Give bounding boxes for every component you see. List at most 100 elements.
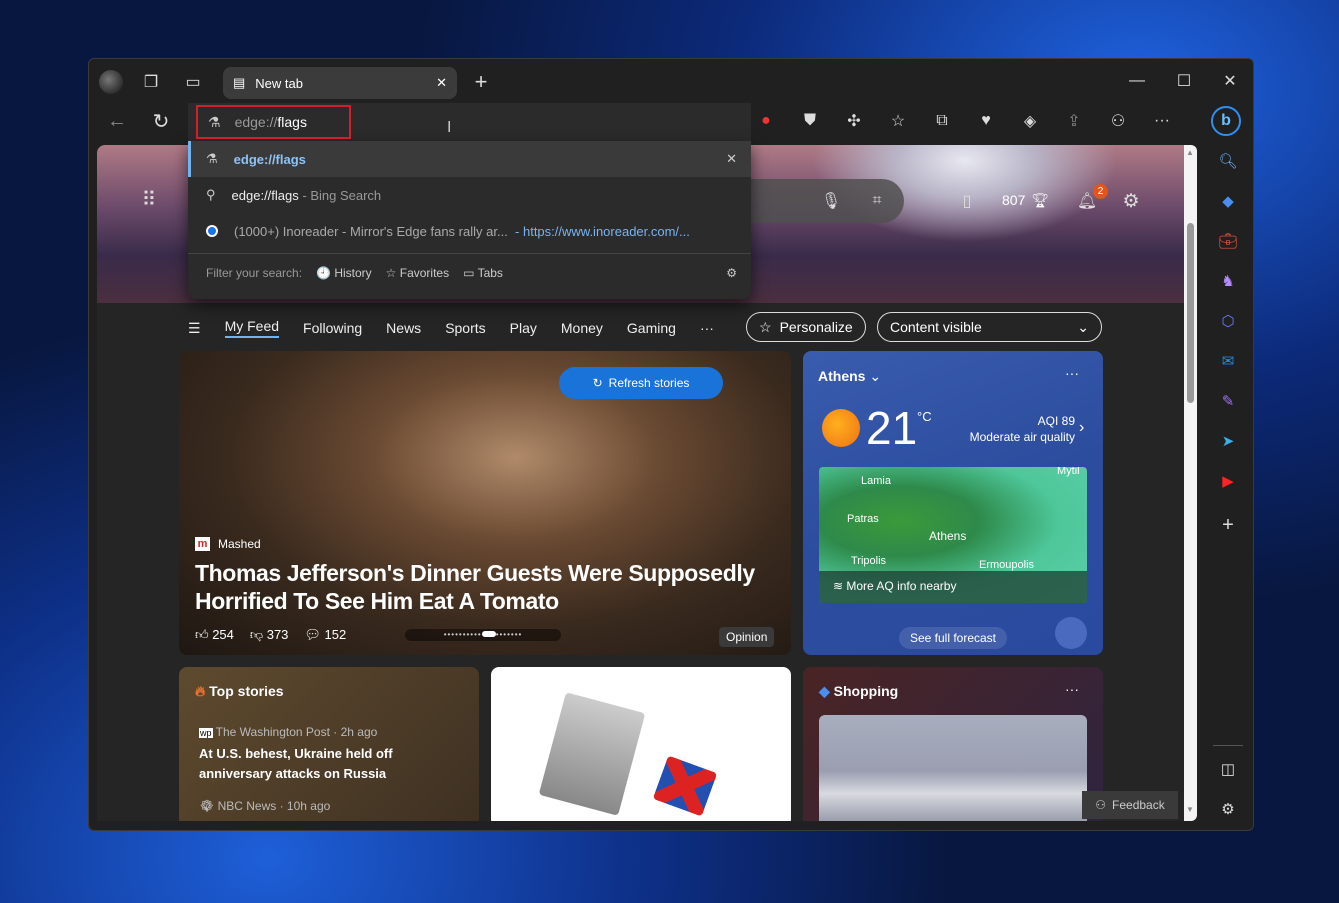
page-settings-icon[interactable]: ⚙ [1119, 189, 1143, 213]
back-button[interactable]: ← [105, 109, 129, 133]
add-sidebar-app-icon[interactable]: + [1216, 513, 1240, 537]
bedroom-image[interactable] [819, 715, 1087, 821]
close-tab-icon[interactable]: ✕ [436, 75, 447, 91]
refresh-stories-button[interactable]: ↻ Refresh stories [559, 367, 723, 399]
nav-money[interactable]: Money [561, 320, 603, 336]
shopping-more-button[interactable]: ··· [1065, 681, 1079, 697]
story-reactions: 👍︎ 254 👎︎ 373 💬︎ 152 [195, 627, 346, 643]
story-source: 🦚︎ NBC News · 10h ago [199, 799, 330, 813]
chevron-right-icon[interactable]: › [1079, 419, 1084, 437]
nav-more[interactable]: ··· [700, 320, 714, 336]
youtube-icon[interactable]: ▶ [1216, 469, 1240, 493]
hero-story-card[interactable]: ↻ Refresh stories m Mashed Thomas Jefferso… [179, 351, 791, 655]
source-name: NBC News · 10h ago [217, 799, 331, 813]
favorites-icon[interactable]: ☆ [886, 109, 910, 133]
mountain-image [697, 145, 1184, 303]
shopping-tag-icon[interactable]: ◆ [1216, 189, 1240, 213]
address-bar[interactable]: ⚗ edge://flags [196, 105, 351, 139]
aqi-link[interactable]: AQI 89 Moderate air quality [970, 413, 1075, 445]
nav-gaming[interactable]: Gaming [627, 320, 676, 336]
visual-search-icon[interactable]: ⌗ [865, 189, 889, 213]
refresh-icon: ↻ [592, 376, 603, 390]
nav-sports[interactable]: Sports [445, 320, 485, 336]
designer-icon[interactable]: ✎ [1216, 389, 1240, 413]
map-label: Athens [929, 529, 967, 543]
microphone-icon[interactable]: 🎙 [819, 189, 843, 213]
sun-icon [822, 409, 860, 447]
suggestion-query: edge://flags [231, 187, 299, 203]
nav-news[interactable]: News [386, 320, 421, 336]
phone-icon[interactable]: ▯ [955, 189, 979, 213]
maximize-button[interactable]: ☐ [1172, 69, 1196, 93]
suggestion-inoreader[interactable]: (1000+) Inoreader - Mirror's Edge fans r… [188, 213, 751, 249]
personalize-label: Personalize [779, 319, 853, 335]
hide-sidebar-icon[interactable]: ◫ [1216, 757, 1240, 781]
workspaces-icon[interactable]: ❐ [139, 70, 163, 94]
tea-bag-story-card[interactable] [491, 667, 791, 821]
bing-copilot-icon[interactable]: b [1211, 106, 1241, 136]
search-icon[interactable]: 🔍︎ [1216, 149, 1240, 173]
microsoft-365-icon[interactable]: ⬡ [1216, 309, 1240, 333]
weather-location[interactable]: Athens ⌄ [818, 368, 881, 385]
filter-favorites[interactable]: ☆ Favorites [386, 266, 449, 280]
remove-suggestion-icon[interactable]: ✕ [726, 151, 737, 167]
aq-more-bar[interactable]: ≋ More AQ info nearby [819, 571, 1087, 603]
weather-map[interactable]: Lamia Patras Athens Tripolis Ermoupolis … [819, 467, 1087, 603]
profile-avatar[interactable] [99, 70, 123, 94]
browser-essentials-icon[interactable]: ♥ [974, 109, 998, 133]
screenshot-icon[interactable]: ◈ [1018, 109, 1042, 133]
comments-button[interactable]: 💬︎ 152 [304, 627, 346, 643]
more-menu-icon[interactable]: ··· [1150, 109, 1174, 133]
refresh-label: Refresh stories [608, 376, 690, 390]
story-headline[interactable]: At U.S. behest, Ukraine held off anniver… [199, 744, 419, 784]
sidebar-settings-icon[interactable]: ⚙ [1216, 797, 1240, 821]
feedback-button[interactable]: ⚇ Feedback [1082, 791, 1178, 819]
content-visibility-select[interactable]: Content visible ⌄ [877, 312, 1102, 342]
filter-history-label: History [334, 266, 372, 280]
nav-following[interactable]: Following [303, 320, 362, 336]
games-icon[interactable]: ♞ [1216, 269, 1240, 293]
menu-icon[interactable]: ☰ [188, 320, 201, 337]
suggestion-bing-search[interactable]: ⚲ edge://flags - Bing Search [188, 177, 751, 213]
minimize-button[interactable]: — [1125, 69, 1149, 93]
scroll-up-arrow[interactable]: ▲ [1186, 148, 1194, 157]
scroll-down-arrow[interactable]: ▼ [1186, 805, 1194, 814]
personalize-button[interactable]: ☆ Personalize [746, 312, 866, 342]
refresh-button[interactable]: ↻ [149, 109, 173, 133]
filter-history[interactable]: 🕘 History [316, 266, 372, 280]
filter-tabs[interactable]: ▭ Tabs [463, 266, 503, 280]
shopping-card: ◆ Shopping ··· [803, 667, 1103, 821]
see-forecast-button[interactable]: See full forecast [899, 627, 1007, 649]
extensions-puzzle-icon[interactable]: ✣ [842, 109, 866, 133]
feedback-people-icon[interactable]: ⚇ [1106, 109, 1130, 133]
story-title[interactable]: Thomas Jefferson's Dinner Guests Were Su… [195, 559, 775, 615]
collections-icon[interactable]: ⧉ [930, 109, 954, 133]
map-label: Lamia [861, 475, 891, 487]
share-icon[interactable]: ⇪ [1062, 109, 1086, 133]
settings-gear-icon[interactable]: ⚙ [726, 266, 737, 280]
tab-new-tab[interactable]: ▤ New tab ✕ [223, 67, 457, 99]
nav-play[interactable]: Play [510, 320, 537, 336]
rewards-points[interactable]: 807 🏆︎ [1002, 192, 1049, 209]
outlook-icon[interactable]: ✉ [1216, 349, 1240, 373]
weather-animation-icon[interactable] [1055, 617, 1087, 649]
close-window-button[interactable]: ✕ [1218, 69, 1242, 93]
suggestion-flags[interactable]: ⚗ edge://flags ✕ [188, 141, 751, 177]
scrollbar-thumb[interactable] [1187, 223, 1194, 403]
weather-more-button[interactable]: ··· [1065, 365, 1079, 381]
scrollbar[interactable]: ▲ ▼ [1184, 145, 1197, 821]
tab-actions-icon[interactable]: ▭ [181, 70, 205, 94]
tools-briefcase-icon[interactable]: 💼︎ [1216, 229, 1240, 253]
nav-my-feed[interactable]: My Feed [224, 318, 280, 338]
new-tab-button[interactable]: + [469, 69, 493, 94]
inoreader-icon [206, 225, 218, 237]
suggestion-text: (1000+) Inoreader - Mirror's Edge fans r… [234, 224, 690, 239]
weather-card[interactable]: Athens ⌄ ··· 21 °C AQI 89 Moderate air qu… [803, 351, 1103, 655]
telegram-icon[interactable]: ➤ [1216, 429, 1240, 453]
apps-grid-icon[interactable]: ⠿ [137, 187, 161, 211]
ublock-shield-icon[interactable]: ⛊ [798, 109, 822, 133]
extension-icon[interactable]: ● [754, 109, 778, 133]
like-button[interactable]: 👍︎ 254 [195, 627, 234, 643]
dislike-button[interactable]: 👎︎ 373 [250, 627, 289, 643]
carousel-dots[interactable]: •••••••••• ••••••• [405, 629, 561, 641]
